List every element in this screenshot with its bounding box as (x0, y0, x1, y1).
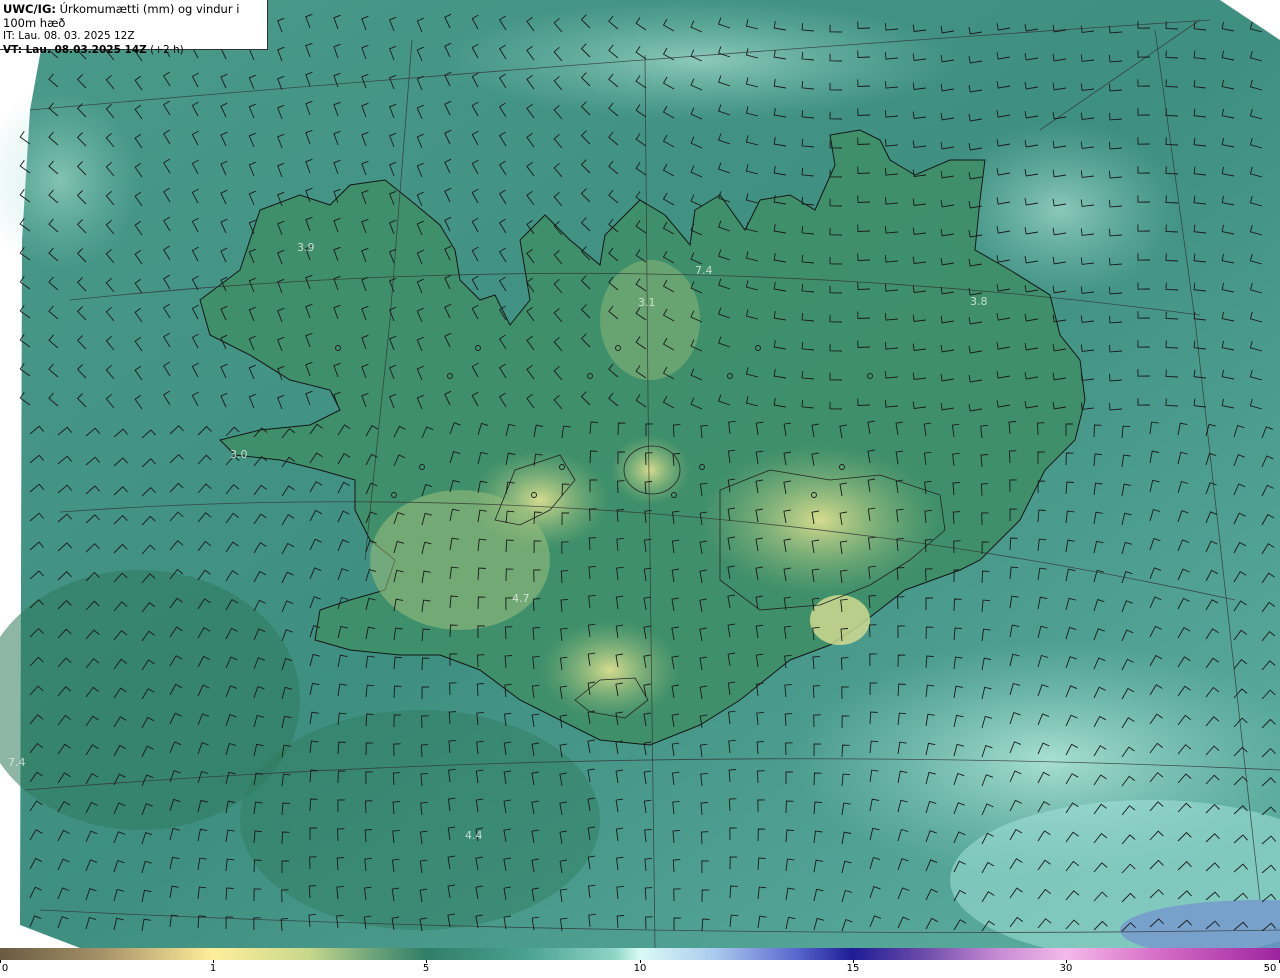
precip-max-label: 7.4 (8, 756, 26, 769)
precip-max-label: 3.1 (638, 296, 656, 309)
lead-time: (+2 h) (146, 43, 184, 56)
colorbar-tick-label: 1 (209, 963, 217, 974)
precip-max-label: 3.8 (970, 295, 988, 308)
map-canvas (0, 0, 1280, 948)
colorbar: 0 1 5 10 15 30 50 (0, 948, 1280, 978)
valid-time: VT: Lau. 08.03.2025 14Z (3, 43, 147, 56)
precip-max-label: 3.0 (230, 448, 248, 461)
colorbar-tick-label: 10 (633, 963, 647, 974)
precip-max-label: 7.4 (695, 264, 713, 277)
weather-map: 3.9 7.4 3.1 3.8 3.0 4.7 7.4 4.4 (0, 0, 1280, 948)
init-time: IT: Lau. 08. 03. 2025 12Z (3, 30, 135, 42)
precip-max-label: 3.9 (297, 241, 315, 254)
map-info-box: UWC/IG: Úrkomumætti (mm) og vindur i 100… (0, 0, 268, 56)
colorbar-tick-label: 50 (1263, 963, 1277, 974)
precip-max-label: 4.4 (465, 829, 483, 842)
colorbar-tick-label: 15 (846, 963, 860, 974)
precip-max-label: 4.7 (512, 592, 530, 605)
colorbar-tick-label: 0 (1, 963, 9, 974)
colorbar-tick-label: 5 (422, 963, 430, 974)
colorbar-tick-label: 30 (1059, 963, 1073, 974)
colorbar-gradient (0, 948, 1280, 960)
model-name: UWC/IG: (3, 2, 56, 16)
